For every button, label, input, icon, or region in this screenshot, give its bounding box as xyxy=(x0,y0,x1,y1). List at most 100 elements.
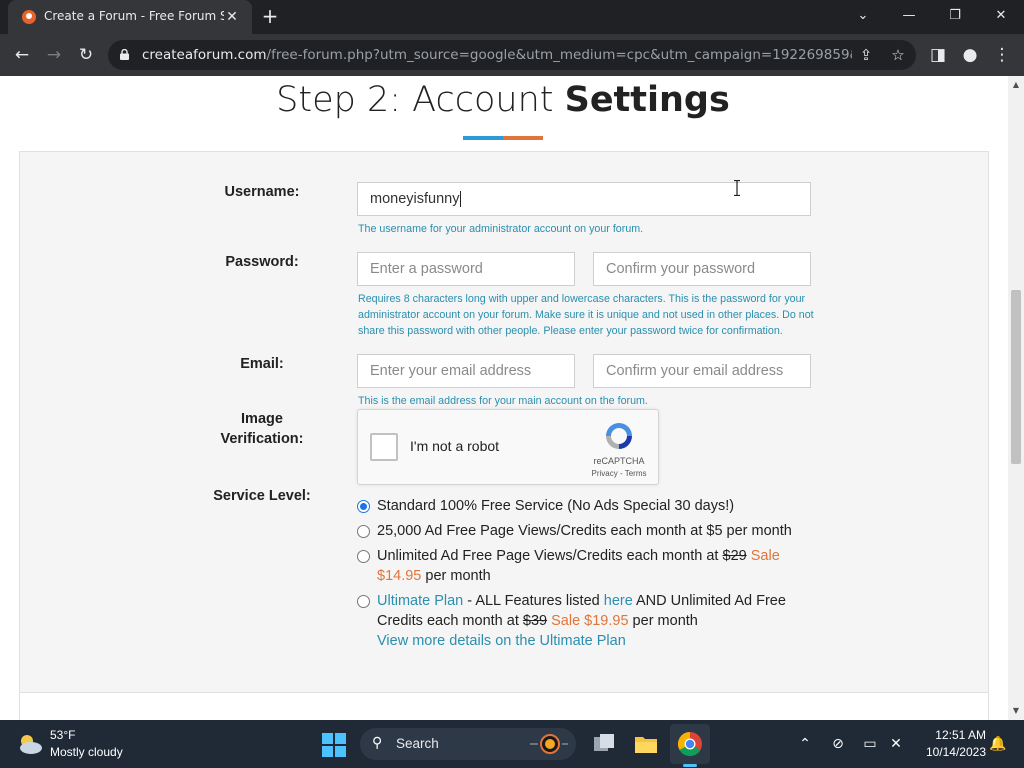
per-month-text: per month xyxy=(628,613,698,629)
minimize-icon[interactable]: — xyxy=(886,0,932,34)
bookmark-star-icon[interactable]: ☆ xyxy=(886,43,910,67)
sale-price: Sale $19.95 xyxy=(551,613,629,629)
windows-start-icon[interactable] xyxy=(322,733,346,757)
confirm-password-input[interactable]: Confirm your password xyxy=(593,252,811,286)
scrollbar-thumb[interactable] xyxy=(1011,290,1021,464)
old-price: $39 xyxy=(522,613,548,629)
email-input[interactable]: Enter your email address xyxy=(357,354,575,388)
taskbar-search[interactable]: ⚲ Search xyxy=(360,728,576,760)
recaptcha-privacy-terms[interactable]: Privacy - Terms xyxy=(580,469,658,478)
radio-25000[interactable] xyxy=(357,525,370,538)
close-window-icon[interactable]: ✕ xyxy=(978,0,1024,34)
sale-price: $14.95 xyxy=(377,568,422,584)
volume-muted-icon[interactable]: ✕ xyxy=(886,734,906,754)
chevron-up-icon[interactable]: ⌃ xyxy=(795,734,815,754)
browser-tab-bar: Create a Forum - Free Forum Sig ✕ + ⌄ — … xyxy=(0,0,1024,34)
service-option-unlimited[interactable]: Unlimited Ad Free Page Views/Credits eac… xyxy=(357,546,797,586)
page-title-light: Step 2: Account xyxy=(276,80,565,120)
clock-time[interactable]: 12:51 AM xyxy=(918,728,986,742)
recaptcha-checkbox[interactable] xyxy=(370,433,398,461)
service-level-label: Service Level: xyxy=(213,488,311,504)
email-help: This is the email address for your main … xyxy=(358,395,648,407)
password-input[interactable]: Enter a password xyxy=(357,252,575,286)
menu-kebab-icon[interactable]: ⋮ xyxy=(990,43,1014,67)
page-viewport: Step 2: Account Settings Username: money… xyxy=(0,76,1024,720)
back-icon[interactable]: ← xyxy=(10,43,34,67)
tab-search-icon[interactable]: ⌄ xyxy=(840,0,886,34)
per-month-text: per month xyxy=(421,568,491,584)
forward-icon[interactable]: → xyxy=(42,43,66,67)
browser-toolbar: ← → ↻ createaforum.com/free-forum.php?ut… xyxy=(0,34,1024,76)
tab-title: Create a Forum - Free Forum Sig xyxy=(44,9,224,23)
share-icon[interactable]: ⇪ xyxy=(854,43,878,67)
browser-tab[interactable]: Create a Forum - Free Forum Sig ✕ xyxy=(8,0,252,34)
search-label: Search xyxy=(396,736,439,751)
next-section-panel xyxy=(19,692,989,720)
url-text: createaforum.com/free-forum.php?utm_sour… xyxy=(142,47,852,63)
username-input[interactable]: moneyisfunny xyxy=(357,182,811,216)
url-host: createaforum.com xyxy=(142,47,267,63)
service-option-text: Standard 100% Free Service (No Ads Speci… xyxy=(377,498,735,514)
email-label: Email: xyxy=(240,356,284,372)
ultimate-plan-link[interactable]: Ultimate Plan xyxy=(377,593,463,609)
here-link[interactable]: here xyxy=(604,593,633,609)
service-option-text: Unlimited Ad Free Page Views/Credits eac… xyxy=(377,546,797,586)
radio-unlimited[interactable] xyxy=(357,550,370,563)
title-underline-orange xyxy=(503,136,543,140)
password-help: Requires 8 characters long with upper an… xyxy=(358,293,814,337)
search-highlight-icon xyxy=(530,734,568,754)
title-underline xyxy=(463,136,543,140)
url-path: /free-forum.php?utm_source=google&utm_me… xyxy=(266,47,852,63)
address-bar[interactable]: createaforum.com/free-forum.php?utm_sour… xyxy=(108,40,916,70)
recaptcha-label: I'm not a robot xyxy=(410,438,500,454)
page-title-bold: Settings xyxy=(564,80,730,120)
sale-label: Sale xyxy=(750,548,780,564)
service-option-ultimate[interactable]: Ultimate Plan - ALL Features listed here… xyxy=(357,591,797,651)
image-verification-label-2: Verification: xyxy=(220,431,304,447)
ultimate-details-link[interactable]: View more details on the Ultimate Plan xyxy=(377,633,626,649)
file-explorer-icon[interactable] xyxy=(632,730,660,758)
radio-ultimate[interactable] xyxy=(357,595,370,608)
service-option-standard[interactable]: Standard 100% Free Service (No Ads Speci… xyxy=(357,496,817,516)
cloudy-weather-icon[interactable] xyxy=(16,732,44,756)
restore-icon[interactable]: ❐ xyxy=(932,0,978,34)
text-caret xyxy=(460,191,462,208)
forum-favicon-icon xyxy=(22,10,36,24)
username-label: Username: xyxy=(224,184,300,200)
page-scrollbar[interactable]: ▲ ▼ xyxy=(1008,76,1024,720)
scroll-up-icon[interactable]: ▲ xyxy=(1008,78,1024,92)
ultimate-text-1: - ALL Features listed xyxy=(463,593,604,609)
service-option-25000[interactable]: 25,000 Ad Free Page Views/Credits each m… xyxy=(357,521,817,541)
new-tab-icon[interactable]: + xyxy=(258,5,282,29)
password-label: Password: xyxy=(225,254,299,270)
weather-description: Mostly cloudy xyxy=(50,745,123,759)
display-icon[interactable]: ▭ xyxy=(860,734,880,754)
reload-icon[interactable]: ↻ xyxy=(74,43,98,67)
radio-standard[interactable] xyxy=(357,500,370,513)
network-icon[interactable]: ⊘ xyxy=(828,734,848,754)
profile-icon[interactable]: ● xyxy=(958,43,982,67)
confirm-email-input[interactable]: Confirm your email address xyxy=(593,354,811,388)
clock-date[interactable]: 10/14/2023 xyxy=(912,745,986,759)
weather-temperature: 53°F xyxy=(50,728,76,742)
service-option-text: 25,000 Ad Free Page Views/Credits each m… xyxy=(377,523,792,539)
service-option-text: Ultimate Plan - ALL Features listed here… xyxy=(377,591,797,651)
notification-bell-icon[interactable]: 🔔 xyxy=(988,734,1008,754)
active-app-indicator xyxy=(683,764,697,767)
tab-close-icon[interactable]: ✕ xyxy=(222,7,242,27)
unlimited-text: Unlimited Ad Free Page Views/Credits eac… xyxy=(377,548,723,564)
title-underline-blue xyxy=(463,136,503,140)
side-panel-icon[interactable]: ◨ xyxy=(926,43,950,67)
recaptcha-logo-icon xyxy=(606,423,632,449)
recaptcha-widget: I'm not a robot reCAPTCHA Privacy - Term… xyxy=(357,409,659,485)
windows-taskbar: 53°F Mostly cloudy ⚲ Search ⌃ ⊘ ▭ ✕ 12:5… xyxy=(0,720,1024,768)
task-view-icon[interactable] xyxy=(590,730,618,758)
image-verification-label: Image Verification: xyxy=(192,409,332,449)
page-title: Step 2: Account Settings xyxy=(0,80,1006,120)
search-icon: ⚲ xyxy=(372,735,383,751)
username-help: The username for your administrator acco… xyxy=(358,223,644,235)
scroll-down-icon[interactable]: ▼ xyxy=(1008,704,1024,718)
username-value: moneyisfunny xyxy=(370,191,460,207)
chrome-icon xyxy=(677,732,702,757)
ibeam-cursor-icon xyxy=(734,180,740,196)
